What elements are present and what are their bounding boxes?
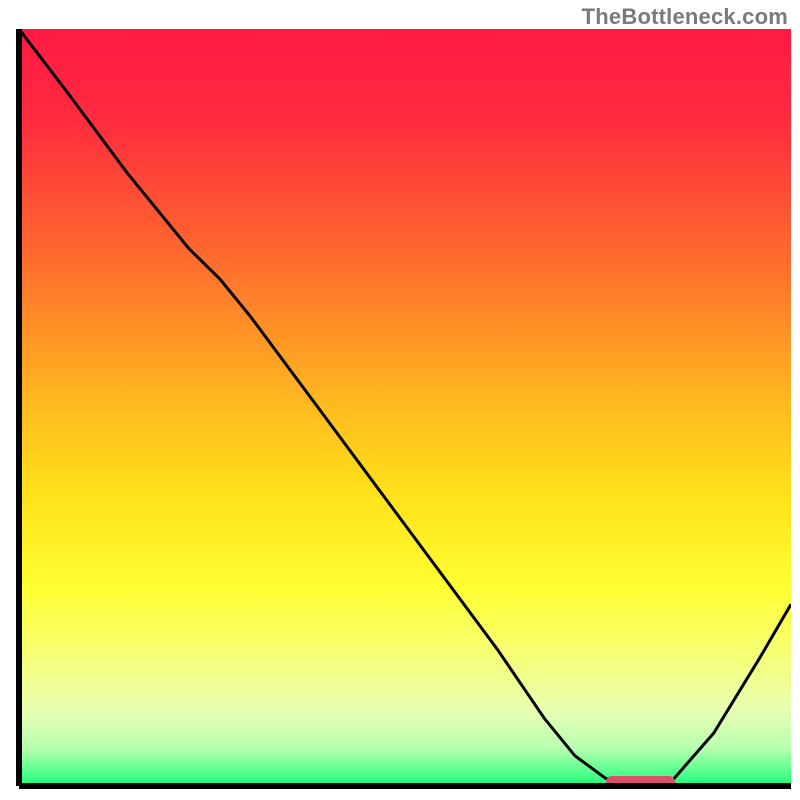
plot-area <box>19 29 791 786</box>
optimal-range-marker <box>606 776 675 786</box>
bottleneck-chart: TheBottleneck.com <box>0 0 800 800</box>
watermark-label: TheBottleneck.com <box>582 4 788 30</box>
bottleneck-curve-path <box>19 29 791 786</box>
curve-layer <box>19 29 791 786</box>
